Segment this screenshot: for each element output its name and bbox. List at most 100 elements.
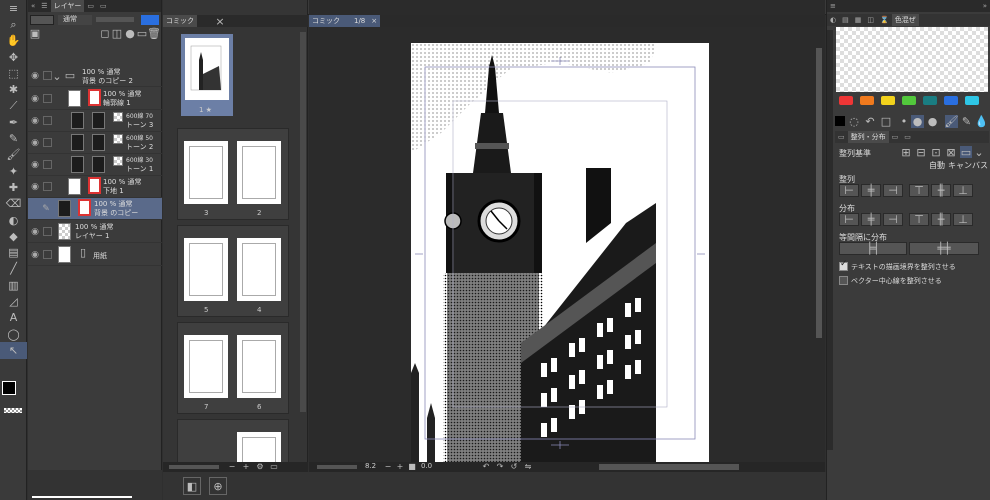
airbrush-tool-icon[interactable]: ✦ xyxy=(0,163,27,179)
move-tool-icon[interactable]: ✥ xyxy=(0,49,27,65)
visibility-eye-icon[interactable]: ◉ xyxy=(29,249,41,261)
tab-color-slider-icon[interactable]: ▤ xyxy=(839,14,852,26)
layer-check-box[interactable] xyxy=(43,160,52,169)
color-mixing-canvas[interactable] xyxy=(836,27,988,92)
visibility-eye-icon[interactable]: ◉ xyxy=(29,181,41,193)
pencil-tool-icon[interactable]: ✎ xyxy=(0,130,27,146)
rotation-value[interactable]: 0.0 xyxy=(421,462,432,470)
magic-wand-icon[interactable]: ✱ xyxy=(0,81,27,97)
correct-line-tool-icon[interactable]: ↖ xyxy=(0,342,27,359)
page-list-toggle-icon[interactable]: ◧ xyxy=(183,477,201,495)
clear-mix-icon[interactable]: □ xyxy=(881,116,891,127)
edit-pen-icon[interactable]: ✎ xyxy=(40,203,52,215)
align-basis-option-icon[interactable]: ⊟ xyxy=(915,146,927,158)
align-center-h-button[interactable]: ╪ xyxy=(861,184,881,197)
layer-color-icon[interactable] xyxy=(141,15,159,25)
water-brush-icon[interactable]: 💧 xyxy=(975,115,989,128)
close-tab-icon[interactable]: × xyxy=(371,17,377,25)
delete-layer-icon[interactable]: 🗑 xyxy=(147,28,161,39)
distribute-top-button[interactable]: ⊤ xyxy=(909,213,929,226)
black-swatch-icon[interactable] xyxy=(835,116,845,126)
layer-row[interactable]: ◉ 100 % 通常 レイヤー 1 xyxy=(28,221,162,243)
canvas-page[interactable] xyxy=(411,43,709,463)
page-manager-scrollbar[interactable] xyxy=(300,32,306,412)
transparent-color-swatch[interactable] xyxy=(4,408,22,413)
layer-row-paper[interactable]: ◉ ▯ 用紙 xyxy=(28,244,162,266)
visibility-eye-icon[interactable]: ◉ xyxy=(29,93,41,105)
mix-brush-icon[interactable]: 🖌 xyxy=(945,115,958,128)
tab-layer[interactable]: レイヤー xyxy=(50,0,85,12)
tab-tool-property-icon[interactable]: ▭ xyxy=(835,131,848,143)
canvas-horizontal-scrollbar[interactable] xyxy=(599,464,739,470)
tab-align-distribute[interactable]: 整列・分布 xyxy=(847,131,889,143)
visibility-eye-icon[interactable]: ◉ xyxy=(29,137,41,149)
zoom-slider[interactable] xyxy=(317,465,357,469)
tab-color-mixing[interactable]: 色混ぜ xyxy=(891,14,919,26)
menu-icon[interactable]: ≡ xyxy=(0,0,27,16)
color-swatch-teal[interactable] xyxy=(923,96,937,105)
color-swatch-yellow[interactable] xyxy=(881,96,895,105)
layer-row[interactable]: ◉ 100 % 通常 輪郭線 1 xyxy=(28,88,162,110)
blend-mode-select[interactable]: 通常 xyxy=(58,15,92,25)
blend-tool-icon[interactable]: ◐ xyxy=(0,212,27,228)
navigator-toggle-icon[interactable]: ⊕ xyxy=(209,477,227,495)
visibility-eye-icon[interactable]: ◉ xyxy=(29,159,41,171)
brush-size-mid-icon[interactable]: ● xyxy=(911,115,924,128)
layer-folder-row[interactable]: ◉ ⌄ ▭ 100 % 通常 背景 のコピー 2 xyxy=(28,65,162,87)
layer-row-selected[interactable]: ✎ 100 % 通常 背景 のコピー xyxy=(28,198,162,220)
align-right-button[interactable]: ⊣ xyxy=(883,184,903,197)
folder-expand-icon[interactable]: ⌄ xyxy=(52,71,61,82)
tab-history[interactable]: ▭ xyxy=(97,0,110,12)
align-basis-option-icon[interactable]: ⊠ xyxy=(945,146,957,158)
distribute-left-button[interactable]: ⊢ xyxy=(839,213,859,226)
tab-comic[interactable]: コミック xyxy=(163,15,197,27)
visibility-eye-icon[interactable]: ◉ xyxy=(29,226,41,238)
layer-check-box[interactable] xyxy=(43,182,52,191)
layer-row[interactable]: ◉ 600線 30 トーン 1 xyxy=(28,154,162,176)
canvas-tab[interactable]: コミック 1/8 × xyxy=(309,15,381,27)
visibility-eye-icon[interactable]: ◉ xyxy=(29,115,41,127)
color-swatch-green[interactable] xyxy=(902,96,916,105)
tab-layer-property-icon[interactable]: ☰ xyxy=(38,0,50,12)
zoom-value[interactable]: 8.2 xyxy=(365,462,376,470)
cover-thumbnail[interactable]: 1 ★ xyxy=(181,34,233,116)
tab-color-set-icon[interactable]: ▦ xyxy=(852,14,865,26)
color-swatch-blue[interactable] xyxy=(944,96,958,105)
reset-rotation-icon[interactable]: ↺ xyxy=(509,462,519,472)
align-basis-option-icon-active[interactable]: ▭ xyxy=(960,146,972,158)
visibility-eye-icon[interactable]: ◉ xyxy=(29,70,41,82)
color-swatch-orange[interactable] xyxy=(860,96,874,105)
new-raster-layer-icon[interactable]: ◻ xyxy=(100,28,110,39)
collapse-icon[interactable]: » xyxy=(980,0,990,12)
page-setting-icon[interactable]: ⚙ xyxy=(255,462,265,472)
right-panel-scrollbar[interactable] xyxy=(827,30,833,450)
collapse-icon[interactable]: « xyxy=(28,0,38,12)
fit-icon[interactable]: ■ xyxy=(407,462,417,472)
rotate-right-icon[interactable]: ↷ xyxy=(495,462,505,472)
tab-approx-color-icon[interactable]: ◫ xyxy=(864,14,877,26)
brush-tool-icon[interactable]: 🖌 xyxy=(0,147,27,163)
layer-check-box[interactable] xyxy=(43,138,52,147)
align-top-button[interactable]: ⊤ xyxy=(909,184,929,197)
tab-sub-view[interactable]: ▭ xyxy=(84,0,97,12)
align-basis-option-icon[interactable]: ⊡ xyxy=(930,146,942,158)
zoom-tool-icon[interactable]: ⌕ xyxy=(0,16,27,32)
page-delete-icon[interactable]: ▭ xyxy=(269,462,279,472)
opacity-slider[interactable] xyxy=(96,17,134,22)
layer-check-box[interactable] xyxy=(43,116,52,125)
align-bottom-button[interactable]: ⊥ xyxy=(953,184,973,197)
hand-tool-icon[interactable]: ✋ xyxy=(0,33,27,49)
layer-row[interactable]: ◉ 100 % 通常 下地 1 xyxy=(28,176,162,198)
expand-icon[interactable]: ≡ xyxy=(827,0,839,12)
align-basis-option-icon[interactable]: ⊞ xyxy=(900,146,912,158)
canvas-vertical-scrollbar[interactable] xyxy=(815,28,823,462)
color-swatch-cyan[interactable] xyxy=(965,96,979,105)
eyedropper-icon[interactable]: ⟋ xyxy=(0,98,27,114)
selection-tool-icon[interactable]: ⬚ xyxy=(0,65,27,81)
fill-tool-icon[interactable]: ◆ xyxy=(0,228,27,244)
zoom-out-icon[interactable]: − xyxy=(383,462,393,472)
undo-mix-icon[interactable]: ↶ xyxy=(865,116,875,127)
page-card-cover[interactable]: 1 ★ xyxy=(177,30,289,122)
frame-tool-icon[interactable]: ▥ xyxy=(0,277,27,293)
page-card-spread[interactable] xyxy=(177,419,289,464)
